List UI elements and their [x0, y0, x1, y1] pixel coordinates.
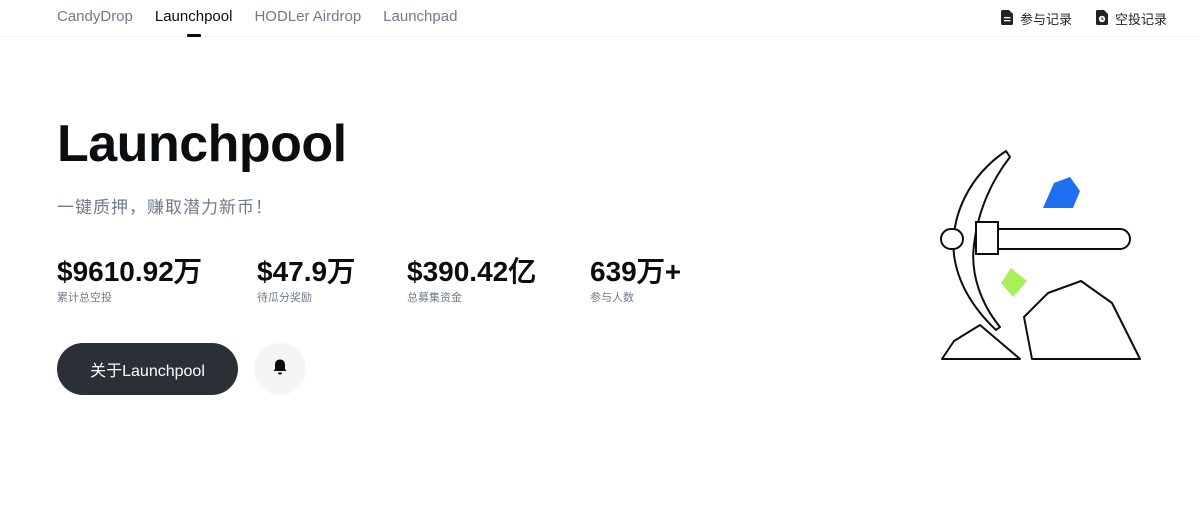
- about-launchpool-button[interactable]: 关于Launchpool: [57, 343, 238, 395]
- pickaxe-illustration: [930, 145, 1150, 370]
- green-gem: [1001, 268, 1027, 297]
- tab-launchpool[interactable]: Launchpool: [154, 8, 233, 37]
- stat-label: 总募集资金: [407, 292, 462, 304]
- small-rock: [941, 324, 1021, 360]
- pickaxe-collar: [975, 221, 999, 255]
- stat-label: 待瓜分奖励: [257, 292, 312, 304]
- stat-value: $47.9万: [257, 256, 356, 287]
- records-links: 参与记录 空投记录: [1000, 9, 1167, 28]
- page-title: Launchpool: [57, 115, 347, 173]
- stat-value: $390.42亿: [407, 256, 537, 287]
- about-launchpool-label: 关于Launchpool: [90, 363, 205, 380]
- stat-total-airdrop: $9610.92万 累计总空投: [57, 255, 202, 305]
- participation-record-link[interactable]: 参与记录: [1000, 9, 1072, 28]
- tab-label: CandyDrop: [57, 8, 133, 25]
- tab-bar: CandyDrop Launchpool HODLer Airdrop Laun…: [57, 8, 457, 37]
- stat-label: 参与人数: [590, 292, 634, 304]
- large-rock: [1023, 280, 1141, 360]
- stat-total-raised: $390.42亿 总募集资金: [407, 255, 536, 305]
- clock-document-icon: [1095, 9, 1109, 28]
- stat-participants: 639万+ 参与人数: [590, 255, 681, 305]
- stat-value: $9610.92万: [57, 256, 202, 287]
- document-icon: [1000, 9, 1014, 28]
- airdrop-record-label: 空投记录: [1114, 12, 1167, 27]
- pickaxe-handle: [997, 228, 1131, 250]
- stat-label: 累计总空投: [57, 292, 112, 304]
- tab-label: HODLer Airdrop: [254, 8, 362, 25]
- pickaxe-left-knob: [940, 228, 964, 250]
- participation-record-label: 参与记录: [1019, 12, 1072, 27]
- airdrop-record-link[interactable]: 空投记录: [1095, 9, 1167, 28]
- tab-label: Launchpool: [154, 8, 233, 25]
- stat-value: 639万+: [590, 256, 682, 287]
- stat-pending-rewards: $47.9万 待瓜分奖励: [257, 255, 355, 305]
- bell-icon: [271, 358, 289, 381]
- tab-hodler-airdrop[interactable]: HODLer Airdrop: [254, 8, 361, 33]
- tab-label: Launchpad: [383, 8, 458, 25]
- tab-candydrop[interactable]: CandyDrop: [57, 8, 133, 33]
- blue-gem: [1043, 177, 1080, 208]
- page-subtitle: 一键质押，赚取潜力新币！: [57, 198, 273, 217]
- top-nav: CandyDrop Launchpool HODLer Airdrop Laun…: [0, 0, 1200, 37]
- notification-bell-button[interactable]: [254, 343, 306, 395]
- active-tab-indicator: [186, 34, 201, 37]
- tab-launchpad[interactable]: Launchpad: [383, 8, 457, 33]
